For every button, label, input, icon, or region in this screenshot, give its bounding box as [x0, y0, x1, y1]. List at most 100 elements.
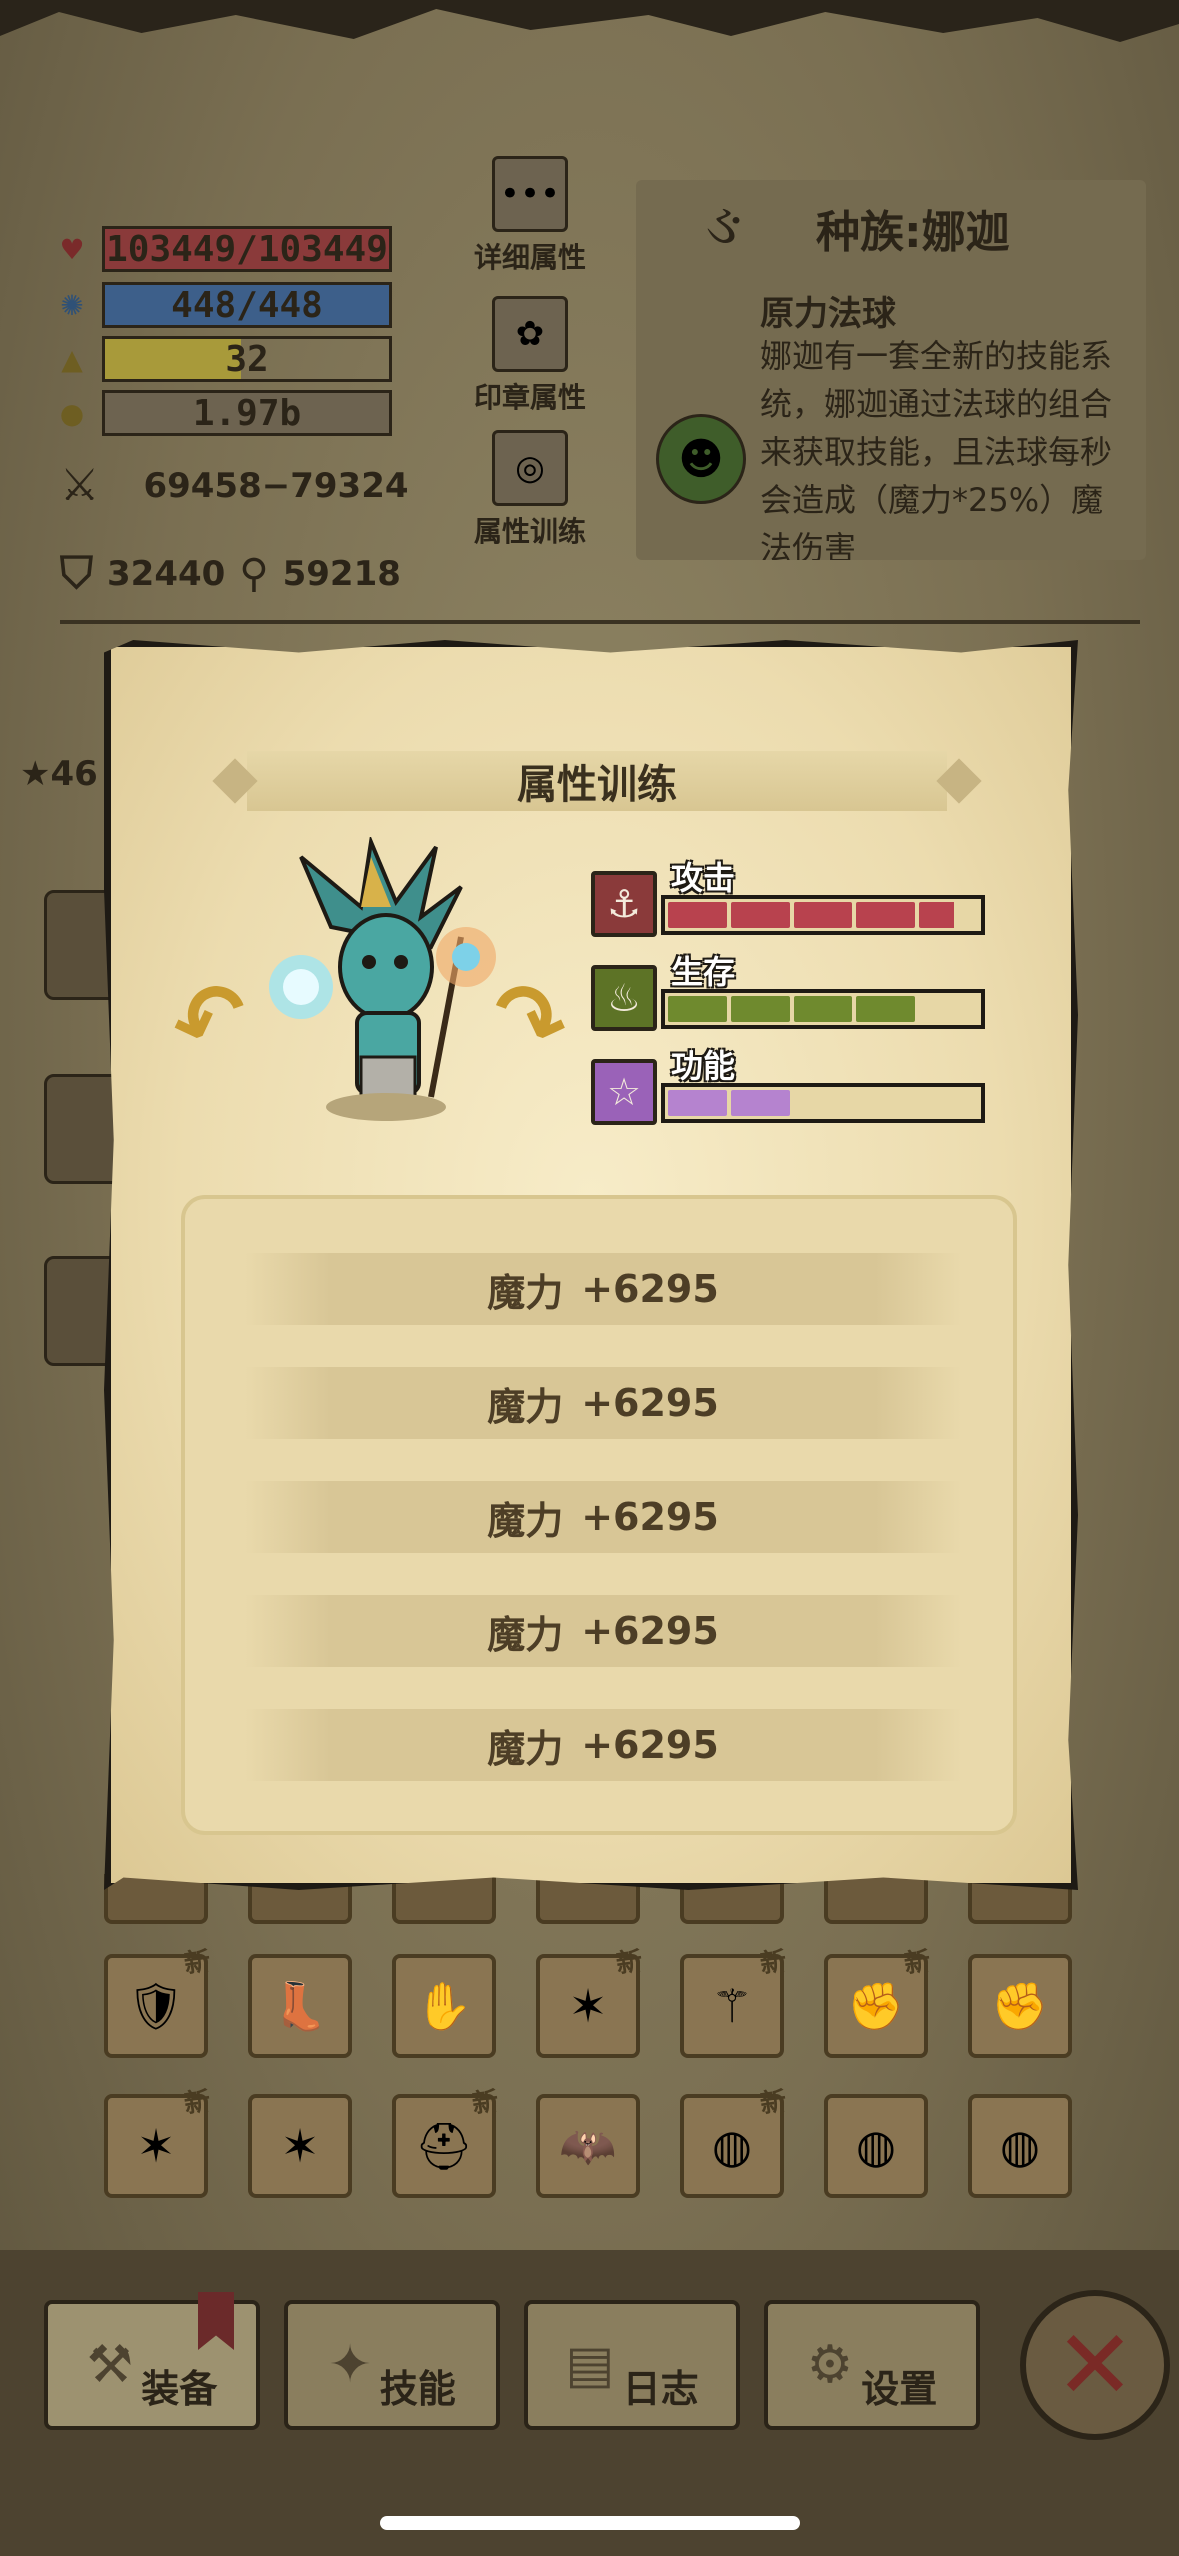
- equip-slot[interactable]: ✶ 新: [104, 2086, 212, 2198]
- star-icon: ★: [20, 754, 51, 794]
- gear-icon: ⚙: [806, 2335, 854, 2395]
- equip-slot[interactable]: ✶: [248, 2094, 352, 2198]
- tab-journal-label: 日志: [622, 2366, 699, 2411]
- journal-icon: ▤: [565, 2335, 615, 2395]
- training-segment: [919, 1090, 978, 1116]
- equip-slot[interactable]: ✋: [392, 1954, 496, 2058]
- tab-skills[interactable]: ✦ 技能: [284, 2300, 500, 2430]
- torn-paper-top: [0, 0, 1179, 42]
- training-segment: [668, 996, 727, 1022]
- naga-avatar-icon: ☻: [656, 414, 746, 504]
- triangle-icon: ▲: [61, 342, 83, 376]
- training-utility[interactable]: ☆ 功能: [591, 1047, 991, 1125]
- tab-journal[interactable]: ▤ 日志: [524, 2300, 740, 2430]
- training-segment-fill: [730, 1090, 790, 1116]
- attack-value: 69458−79324: [143, 465, 409, 506]
- training-segment-fill: [730, 902, 790, 928]
- equip-slot[interactable]: ⚚ 新: [680, 1946, 788, 2058]
- training-segment-fill: [793, 996, 853, 1022]
- target-icon: ◎: [492, 430, 568, 506]
- attribute-value: +6295: [581, 1723, 719, 1767]
- glove-icon: ✊: [847, 1978, 905, 2033]
- naga-hero-sprite: [269, 837, 496, 1121]
- modal-title-banner: 属性训练: [212, 751, 982, 811]
- diamond-ornament-icon: [936, 758, 982, 804]
- anchor-icon: ⚓: [591, 871, 657, 937]
- divider: [60, 620, 1140, 624]
- attribute-list: 魔力 +6295 魔力 +6295 魔力 +6295 魔力 +6295 魔力 +…: [181, 1195, 1017, 1835]
- tab-equipment[interactable]: ⚒ 装备: [44, 2292, 260, 2430]
- equip-slot[interactable]: 🦇: [536, 2094, 640, 2198]
- mp-bar: 448/448: [102, 282, 392, 328]
- defense-stat: ⛉ 32440 ⚲ 59218: [60, 548, 401, 599]
- detail-attributes-button[interactable]: ••• 详细属性: [468, 156, 592, 276]
- equip-slot[interactable]: ◍: [968, 2094, 1072, 2198]
- equip-slot[interactable]: ◍ 新: [680, 2086, 788, 2198]
- equip-slot[interactable]: 👢: [248, 1954, 352, 2058]
- rotate-left-arrow-icon[interactable]: ↶: [157, 957, 264, 1081]
- bat-icon: 🦇: [559, 2118, 617, 2173]
- tab-skills-label: 技能: [379, 2366, 456, 2411]
- attribute-value: +6295: [581, 1609, 719, 1653]
- level-stat: ▲ 32: [52, 336, 392, 382]
- ring-icon: ◍: [999, 2119, 1041, 2173]
- attribute-row: 魔力 +6295: [245, 1595, 961, 1667]
- mp-stat: ✺ 448/448: [52, 282, 392, 328]
- close-button[interactable]: ✕: [1020, 2290, 1170, 2440]
- detail-attributes-label: 详细属性: [473, 241, 586, 274]
- training-survival[interactable]: ♨ 生存: [591, 953, 991, 1031]
- attribute-row: 魔力 +6295: [245, 1481, 961, 1553]
- new-badge: 新: [758, 1946, 789, 1980]
- equip-slot[interactable]: ✶ 新: [536, 1946, 644, 2058]
- staff-icon: ⚚: [711, 1979, 753, 2033]
- seal-attributes-button[interactable]: ✿ 印章属性: [468, 296, 592, 416]
- home-indicator[interactable]: [380, 2516, 800, 2530]
- training-segment: [668, 1090, 727, 1116]
- attribute-row: 魔力 +6295: [245, 1709, 961, 1781]
- attribute-value: +6295: [581, 1381, 719, 1425]
- close-icon: ✕: [1054, 2309, 1136, 2421]
- hp-stat: ♥ 103449/103449: [52, 226, 392, 272]
- heart-icon: ♥: [59, 232, 85, 266]
- training-segment-fill: [668, 1090, 727, 1116]
- equip-slot[interactable]: ✊ 新: [824, 1946, 932, 2058]
- training-utility-label: 功能: [671, 1047, 736, 1085]
- bookmark-icon: [198, 2292, 234, 2350]
- attribute-name: 魔力: [487, 1726, 564, 1771]
- attack-stat: ⚔ 69458−79324: [60, 460, 409, 511]
- training-segment-fill: [856, 996, 916, 1022]
- glove-icon: ✊: [991, 1978, 1049, 2033]
- attribute-name: 魔力: [487, 1384, 564, 1429]
- equip-slot[interactable]: [824, 1874, 928, 1924]
- tab-settings[interactable]: ⚙ 设置: [764, 2300, 980, 2430]
- mp-value: 448/448: [171, 284, 323, 326]
- training-segment: [730, 1090, 790, 1116]
- hp-bar: 103449/103449: [102, 226, 392, 272]
- equip-slot[interactable]: ✊: [968, 1954, 1072, 2058]
- level-bar: 32: [102, 336, 392, 382]
- attribute-row: 魔力 +6295: [245, 1367, 961, 1439]
- equip-slot[interactable]: 🛡 新: [104, 1946, 212, 2058]
- equip-slot[interactable]: ⛑ 新: [392, 2086, 500, 2198]
- level-value: 32: [225, 338, 269, 380]
- attribute-name: 魔力: [487, 1498, 564, 1543]
- attribute-training-button[interactable]: ◎ 属性训练: [468, 430, 592, 550]
- serpent-emblem-icon: ઙ: [706, 192, 742, 257]
- helmet-icon: ⛑: [414, 2118, 474, 2173]
- claw-icon: ✶: [280, 2119, 320, 2173]
- star-count-value: 46: [50, 754, 98, 794]
- training-segment: [730, 902, 790, 928]
- new-badge: 新: [614, 1946, 645, 1980]
- training-utility-bar: [661, 1083, 985, 1123]
- training-attack-bar: [661, 895, 985, 935]
- training-segment-fill: [668, 996, 727, 1022]
- tab-equipment-label: 装备: [141, 2366, 218, 2411]
- training-segment-fill: [856, 902, 916, 928]
- equip-slot[interactable]: ◍: [824, 2094, 928, 2198]
- magic-value: 59218: [282, 553, 401, 594]
- flower-seal-icon: ✿: [492, 296, 568, 372]
- training-segment-fill: [919, 902, 955, 928]
- training-segment-fill: [793, 902, 853, 928]
- training-attack[interactable]: ⚓ 攻击: [591, 859, 991, 937]
- axe-icon: ⚒: [86, 2335, 134, 2395]
